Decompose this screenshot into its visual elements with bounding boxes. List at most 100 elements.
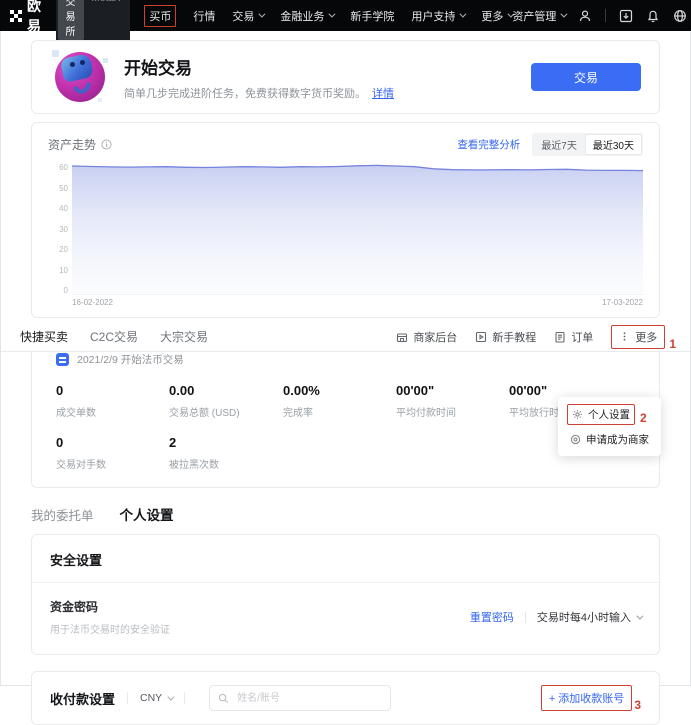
chevron-down-icon	[329, 11, 336, 18]
details-link[interactable]: 详情	[372, 88, 394, 100]
y-tick-label: 30	[59, 225, 68, 234]
menu-markets[interactable]: 行情	[193, 8, 215, 24]
more-link[interactable]: 更多	[611, 325, 665, 349]
y-tick-label: 50	[59, 184, 68, 193]
asset-trend-title: 资产走势	[48, 136, 96, 153]
menu-label: 金融业务	[280, 8, 324, 24]
menu-trade[interactable]: 交易	[232, 8, 263, 24]
range-toggle: 最近7天 最近30天	[532, 133, 643, 156]
trade-button[interactable]: 交易	[531, 63, 641, 91]
navbar-right: 资产管理	[512, 8, 687, 24]
profile-row: 2021/2/9 开始法币交易	[56, 352, 659, 371]
annotation-1: 1	[669, 337, 676, 351]
profile-since-text: 2021/2/9 开始法币交易	[77, 352, 184, 367]
merchant-badge-icon	[570, 434, 581, 445]
y-tick-label: 60	[59, 163, 68, 172]
menu-item-personal-settings[interactable]: 个人设置	[567, 404, 635, 425]
menu-label: 新手学院	[350, 8, 394, 24]
security-settings-title: 安全设置	[50, 550, 641, 569]
account-search-box	[209, 685, 391, 711]
gear-icon	[572, 409, 583, 420]
fund-password-block: 资金密码 用于法币交易时的安全验证	[50, 598, 170, 636]
menu-item-label: 个人设置	[588, 407, 630, 422]
profile-button[interactable]	[578, 9, 592, 23]
tab-my-ads[interactable]: 我的委托单	[31, 505, 94, 524]
password-frequency-select[interactable]: 交易时每4小时输入	[537, 609, 641, 625]
chart-plot-area[interactable]	[72, 163, 643, 295]
menu-item-become-merchant[interactable]: 申请成为商家	[567, 430, 652, 449]
stat-value: 2	[169, 435, 283, 450]
menu-buy-crypto[interactable]: 买币	[144, 5, 176, 27]
orders-link[interactable]: 订单	[554, 329, 593, 345]
stat-total-volume: 0.00 交易总额 (USD)	[169, 383, 283, 419]
toggle-exchange[interactable]: 交易所	[58, 0, 84, 40]
storefront-icon	[396, 331, 408, 343]
menu-label: 行情	[193, 8, 215, 24]
fund-password-desc: 用于法币交易时的安全验证	[50, 621, 170, 636]
stat-completion-rate: 0.00% 完成率	[283, 383, 396, 419]
start-trading-text: 开始交易 简单几步完成进阶任务，免费获得数字货币奖励。详情	[124, 54, 394, 101]
stat-label: 完成率	[283, 404, 396, 419]
stat-value: 0	[56, 435, 169, 450]
currency-label: CNY	[140, 692, 162, 704]
fund-password-title: 资金密码	[50, 598, 170, 615]
tutorial-link[interactable]: 新手教程	[475, 329, 536, 345]
currency-select[interactable]: CNY	[140, 692, 172, 704]
divider	[605, 9, 606, 22]
view-full-analysis-link[interactable]: 查看完整分析	[457, 137, 520, 152]
toggle-metax[interactable]: MetaX	[84, 0, 129, 40]
stat-value: 0	[56, 383, 169, 398]
menu-financial[interactable]: 金融业务	[280, 8, 333, 24]
merchant-console-link[interactable]: 商家后台	[396, 329, 457, 345]
x-label-end: 17-03-2022	[602, 298, 643, 307]
chevron-down-icon	[168, 693, 175, 700]
tab-personal-settings[interactable]: 个人设置	[120, 504, 174, 524]
stat-label: 平均付款时间	[396, 404, 509, 419]
tab-c2c-trade[interactable]: C2C交易	[90, 328, 138, 345]
main-menu: 买币 行情 交易 金融业务 新手学院 用户支持 更多	[144, 5, 512, 27]
calendar-badge-icon	[56, 353, 69, 366]
range-30d[interactable]: 最近30天	[585, 134, 642, 155]
stat-value: 0.00	[169, 383, 283, 398]
chevron-down-icon	[259, 11, 266, 18]
y-tick-label: 20	[59, 245, 68, 254]
top-navbar: 欧易 交易所 MetaX 买币 行情 交易 金融业务 新手学院 用户支持 更多 …	[0, 0, 691, 31]
y-tick-label: 0	[64, 286, 68, 295]
tab-quick-trade[interactable]: 快捷买卖	[20, 328, 68, 345]
menu-support[interactable]: 用户支持	[411, 8, 464, 24]
annotation-3: 3	[634, 698, 641, 712]
main-content: 开始交易 简单几步完成进阶任务，免费获得数字货币奖励。详情 交易 资产走势 查看…	[1, 40, 690, 725]
menu-academy[interactable]: 新手学院	[350, 8, 394, 24]
download-icon	[619, 9, 633, 23]
stat-value: 0.00%	[283, 383, 396, 398]
x-label-start: 16-02-2022	[72, 298, 113, 307]
download-app-button[interactable]	[619, 9, 633, 23]
link-label: 更多	[635, 329, 657, 345]
menu-more[interactable]: 更多	[481, 8, 512, 24]
add-payment-account-button[interactable]: + 添加收款账号	[541, 685, 632, 711]
chevron-down-icon	[636, 612, 643, 619]
account-search-input[interactable]	[235, 692, 382, 705]
menu-label: 更多	[481, 8, 503, 24]
settings-section-tabs: 我的委托单 个人设置	[31, 504, 660, 524]
trade-tabs-bar: 快捷买卖 C2C交易 大宗交易 商家后台 新手教程 订单	[1, 322, 690, 352]
asset-trend-chart: 6050403020100	[48, 163, 643, 295]
more-dropdown-menu: 个人设置 2 申请成为商家	[558, 397, 661, 456]
more-dots-icon	[619, 331, 630, 342]
area-chart	[72, 163, 643, 295]
range-7d[interactable]: 最近7天	[533, 134, 585, 155]
info-icon[interactable]	[101, 139, 112, 150]
reset-password-link[interactable]: 重置密码	[470, 609, 514, 625]
stat-counterparties: 0 交易对手数	[56, 435, 169, 471]
start-trading-subtitle: 简单几步完成进阶任务，免费获得数字货币奖励。	[124, 88, 366, 100]
divider	[127, 692, 128, 704]
language-button[interactable]	[673, 9, 687, 23]
menu-item-label: 申请成为商家	[586, 432, 649, 447]
assets-menu[interactable]: 资产管理	[512, 8, 565, 24]
link-label: 新手教程	[492, 329, 536, 345]
tab-block-trade[interactable]: 大宗交易	[160, 328, 208, 345]
y-tick-label: 40	[59, 204, 68, 213]
notifications-button[interactable]	[646, 9, 660, 23]
chevron-down-icon	[460, 11, 467, 18]
okx-logo[interactable]: 欧易	[10, 0, 42, 36]
